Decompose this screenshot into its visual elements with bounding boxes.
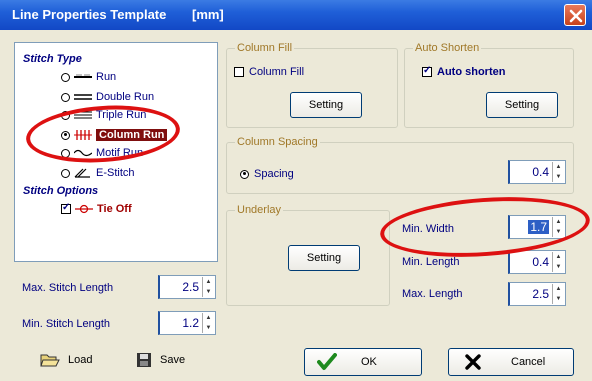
spacing-stepper[interactable]: ▲ ▼ xyxy=(552,162,564,182)
tree-item-triple-run[interactable]: Triple Run xyxy=(61,107,146,123)
title-bar: Line Properties Template [mm] xyxy=(0,0,592,30)
underlay-group-title: Underlay xyxy=(235,204,284,216)
unit-label: [mm] xyxy=(191,7,224,22)
auto-shorten-setting-button[interactable]: Setting xyxy=(486,92,558,118)
triple-run-stitch-icon xyxy=(74,111,92,119)
ok-button[interactable]: OK xyxy=(304,348,422,376)
min-stitch-length-stepper[interactable]: ▲ ▼ xyxy=(202,313,214,333)
stitch-tree: Stitch Type Run Double Run Triple Run Co… xyxy=(14,42,218,262)
close-button[interactable] xyxy=(564,4,586,26)
radio-e-stitch[interactable] xyxy=(61,168,70,178)
max-stitch-length-input[interactable]: 2.5 ▲ ▼ xyxy=(158,275,216,299)
auto-shorten-checkbox[interactable] xyxy=(422,65,432,77)
tree-item-column-run[interactable]: Column Run xyxy=(61,127,168,143)
e-stitch-icon xyxy=(74,168,90,178)
max-length-stepper[interactable]: ▲ ▼ xyxy=(552,284,564,304)
window-title: Line Properties Template xyxy=(12,7,167,22)
radio-triple-run[interactable] xyxy=(61,110,70,120)
tree-item-e-stitch[interactable]: E-Stitch xyxy=(61,165,135,181)
column-spacing-group-title: Column Spacing xyxy=(235,136,320,148)
min-length-stepper[interactable]: ▲ ▼ xyxy=(552,252,564,272)
double-run-stitch-icon xyxy=(74,94,92,100)
column-fill-checkbox-row[interactable]: Column Fill xyxy=(234,66,304,78)
spacing-input[interactable]: 0.4 ▲ ▼ xyxy=(508,160,566,184)
run-stitch-icon xyxy=(74,74,92,78)
min-width-stepper[interactable]: ▲ ▼ xyxy=(552,217,564,237)
min-width-label: Min. Width xyxy=(402,223,454,235)
tree-item-tie-off[interactable]: Tie Off xyxy=(61,201,132,217)
cancel-button[interactable]: Cancel xyxy=(448,348,574,376)
column-run-stitch-icon xyxy=(74,130,92,140)
min-length-input[interactable]: 0.4 ▲ ▼ xyxy=(508,250,566,274)
radio-motif-run[interactable] xyxy=(61,148,70,158)
spacing-radio-row[interactable]: Spacing xyxy=(240,168,294,180)
radio-double-run[interactable] xyxy=(61,92,70,102)
close-icon xyxy=(569,9,583,23)
tree-item-double-run[interactable]: Double Run xyxy=(61,89,154,105)
min-length-label: Min. Length xyxy=(402,256,460,268)
auto-shorten-group-title: Auto Shorten xyxy=(413,42,482,54)
x-mark-icon xyxy=(465,354,481,370)
stitch-type-heading: Stitch Type xyxy=(23,53,82,65)
save-button[interactable]: Save xyxy=(136,352,185,368)
folder-open-icon xyxy=(40,354,60,367)
motif-run-stitch-icon xyxy=(74,149,92,157)
max-stitch-length-stepper[interactable]: ▲ ▼ xyxy=(202,277,214,297)
min-stitch-length-input[interactable]: 1.2 ▲ ▼ xyxy=(158,311,216,335)
checkmark-icon xyxy=(317,353,337,370)
auto-shorten-checkbox-row[interactable]: Auto shorten xyxy=(422,65,505,78)
min-width-input[interactable]: 1.7 ▲ ▼ xyxy=(508,215,566,239)
max-length-label: Max. Length xyxy=(402,288,463,300)
tie-off-checkbox[interactable] xyxy=(61,202,71,214)
column-fill-group-title: Column Fill xyxy=(235,42,295,54)
floppy-disk-icon xyxy=(137,353,151,367)
column-fill-checkbox[interactable] xyxy=(234,67,244,77)
stitch-options-heading: Stitch Options xyxy=(23,185,99,197)
radio-run[interactable] xyxy=(61,72,70,82)
max-length-input[interactable]: 2.5 ▲ ▼ xyxy=(508,282,566,306)
tree-item-motif-run[interactable]: Motif Run xyxy=(61,145,143,161)
column-fill-setting-button[interactable]: Setting xyxy=(290,92,362,118)
radio-column-run[interactable] xyxy=(61,130,70,140)
tree-item-run[interactable]: Run xyxy=(61,69,116,85)
min-stitch-length-label: Min. Stitch Length xyxy=(22,318,111,330)
tie-off-stitch-icon xyxy=(75,204,93,214)
spacing-radio[interactable] xyxy=(240,169,249,179)
load-button[interactable]: Load xyxy=(40,352,92,368)
max-stitch-length-label: Max. Stitch Length xyxy=(22,282,114,294)
underlay-setting-button[interactable]: Setting xyxy=(288,245,360,271)
